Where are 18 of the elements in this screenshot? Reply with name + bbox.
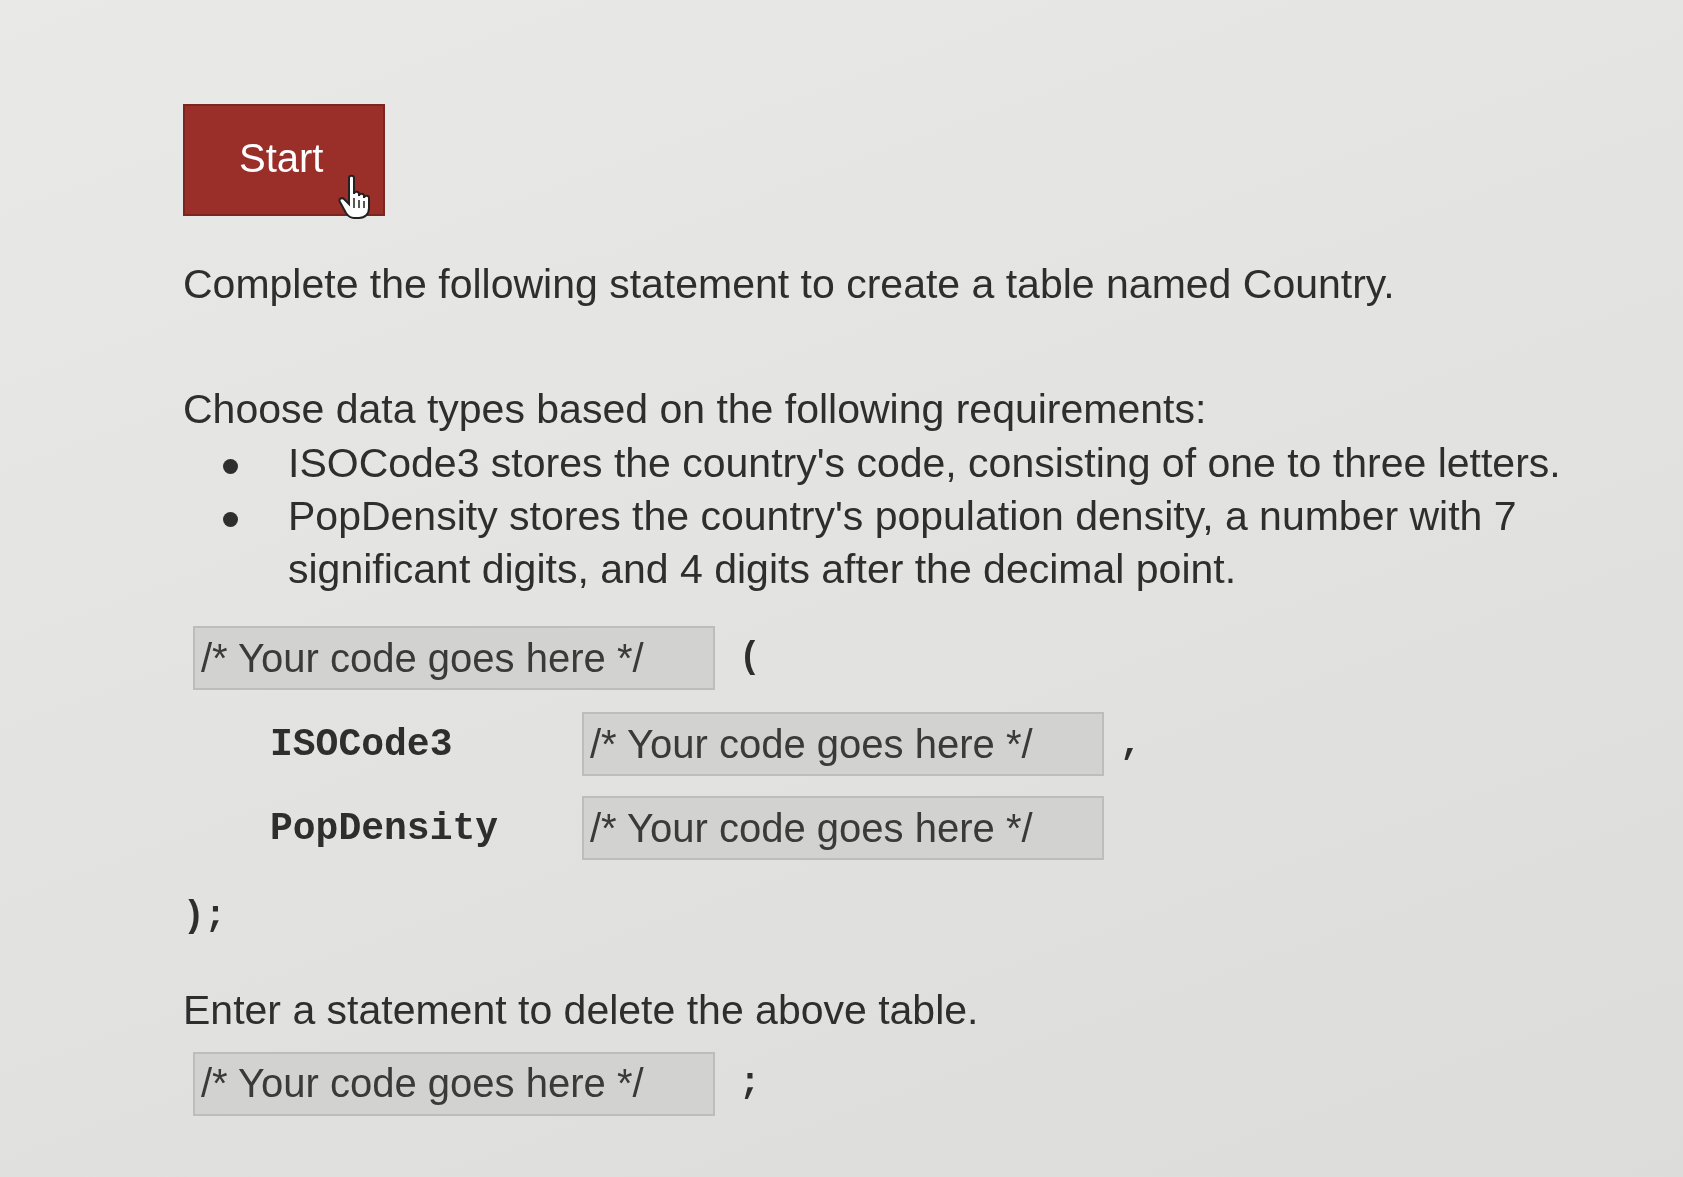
column-name: ISOCode3 xyxy=(270,722,454,768)
requirement-text: ISOCode3 stores the country's code, consisting of one to three letters. xyxy=(288,438,1561,488)
semicolon: ; xyxy=(739,1061,761,1106)
close-paren-semicolon: ); xyxy=(183,895,227,940)
code-field[interactable]: /* Your code goes here */ xyxy=(193,1051,715,1116)
start-button[interactable]: Start xyxy=(183,104,385,216)
requirement-text: PopDensity stores the country's population density, a number with 7 significant digits, and 4 digits after the decimal point. xyxy=(288,491,1518,595)
column-name: PopDensity xyxy=(270,806,500,852)
delete-prompt: Enter a statement to delete the above table. xyxy=(183,986,980,1036)
open-paren: ( xyxy=(739,636,761,681)
code-field[interactable]: /* Your code goes here */ xyxy=(193,626,715,691)
code-field[interactable]: /* Your code goes here */ xyxy=(582,796,1104,861)
comma: , xyxy=(1120,722,1142,767)
prompt-text: Complete the following statement to create a table named Country. xyxy=(183,260,1396,309)
bullet-icon xyxy=(223,458,238,474)
bullet-icon xyxy=(223,511,238,527)
code-field[interactable]: /* Your code goes here */ xyxy=(582,712,1104,777)
requirements-intro: Choose data types based on the following requirements: xyxy=(183,385,1208,435)
